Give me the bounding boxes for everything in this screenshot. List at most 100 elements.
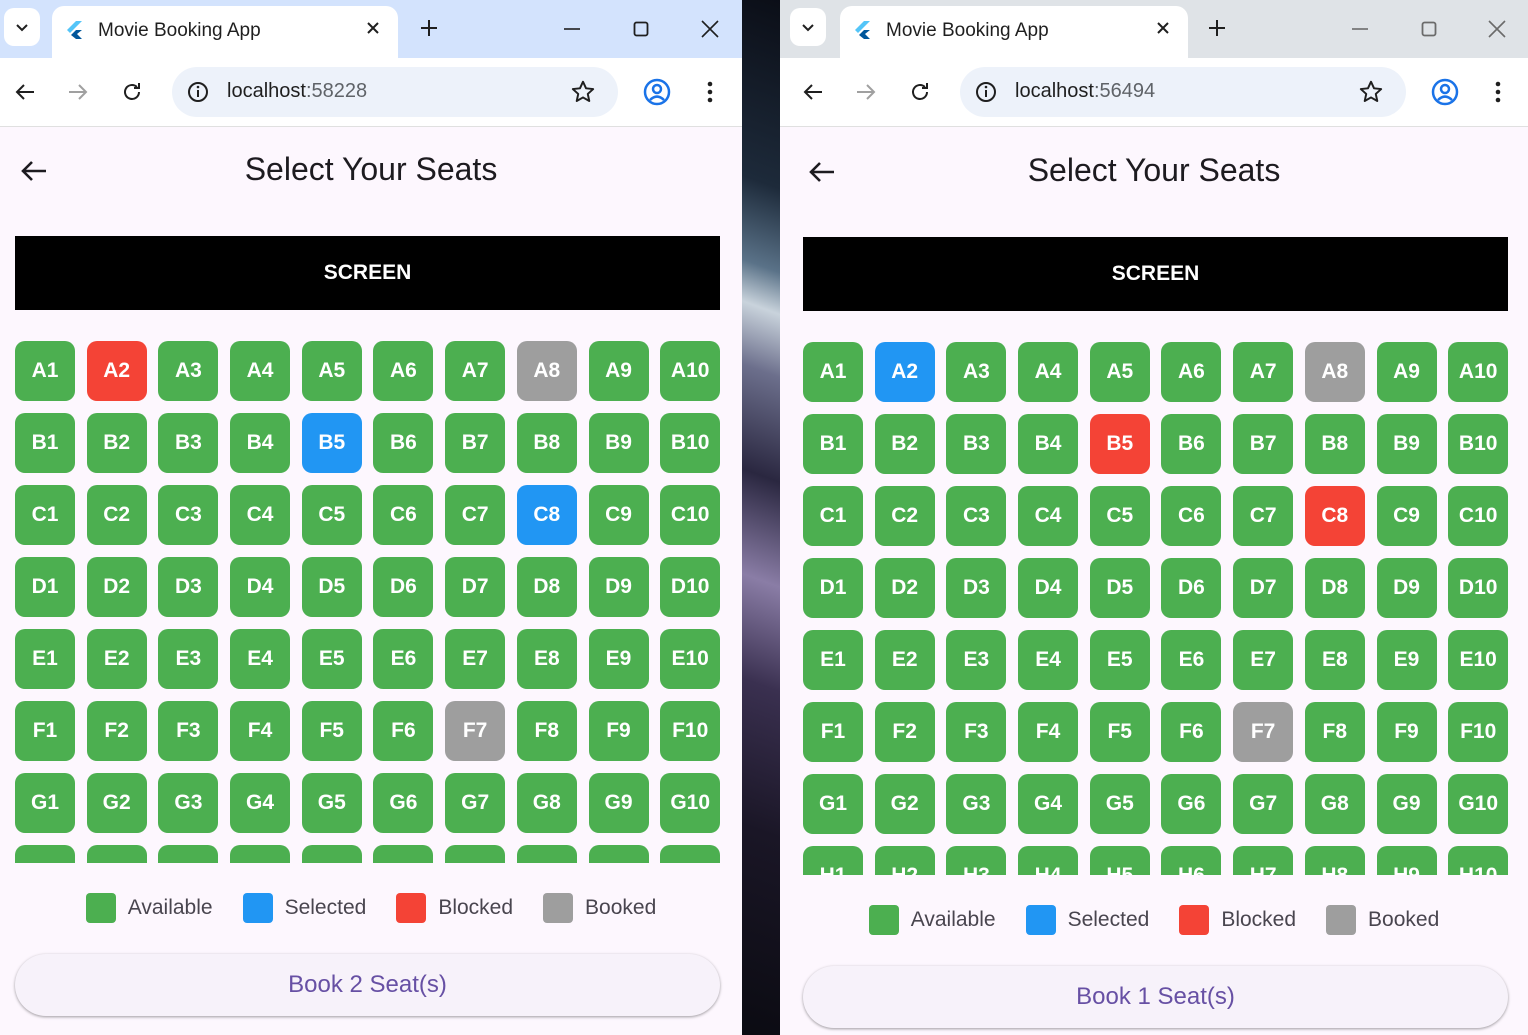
address-bar[interactable]: localhost:58228 (172, 67, 618, 117)
seat-button[interactable]: A4 (1018, 342, 1079, 402)
seat-button[interactable]: H1 (803, 846, 863, 875)
seat-button[interactable]: F4 (1018, 702, 1079, 762)
minimize-button[interactable] (558, 15, 586, 43)
seat-button[interactable]: A6 (373, 341, 434, 401)
tab-close-button[interactable] (1152, 17, 1174, 39)
seat-button[interactable]: D6 (1161, 558, 1222, 618)
seat-button[interactable]: B4 (1018, 414, 1079, 474)
seat-button[interactable]: H5 (1089, 846, 1150, 875)
seat-button[interactable]: E10 (1448, 630, 1508, 690)
seat-button[interactable]: F1 (803, 702, 863, 762)
seat-button[interactable]: D7 (445, 557, 506, 617)
seat-button[interactable]: G5 (1089, 774, 1150, 834)
star-icon[interactable] (570, 79, 596, 105)
forward-button[interactable] (64, 78, 92, 106)
seat-button[interactable]: G1 (803, 774, 863, 834)
reload-button[interactable] (906, 78, 934, 106)
close-window-button[interactable] (1483, 15, 1511, 43)
seat-button[interactable]: D9 (1376, 558, 1437, 618)
seat-button[interactable]: G4 (1018, 774, 1079, 834)
maximize-button[interactable] (627, 15, 655, 43)
reload-button[interactable] (118, 78, 146, 106)
seat-button[interactable]: E1 (803, 630, 863, 690)
seat-button[interactable]: C2 (86, 485, 147, 545)
seat-button[interactable]: B3 (158, 413, 219, 473)
seat-button[interactable]: C4 (1018, 486, 1079, 546)
seat-button[interactable]: H7 (1233, 846, 1294, 875)
seat-button[interactable]: E10 (660, 629, 720, 689)
seat-button[interactable]: E4 (230, 629, 291, 689)
seat-button[interactable]: E1 (15, 629, 75, 689)
seat-button[interactable]: C6 (373, 485, 434, 545)
seat-button[interactable] (86, 845, 147, 863)
tab-search-button[interactable] (790, 8, 826, 46)
seat-button[interactable]: B9 (588, 413, 649, 473)
seat-button[interactable]: G4 (230, 773, 291, 833)
seat-button[interactable]: F6 (373, 701, 434, 761)
seat-button[interactable]: G5 (301, 773, 362, 833)
seat-button[interactable]: F4 (230, 701, 291, 761)
seat-button[interactable]: G9 (588, 773, 649, 833)
seat-button[interactable]: D4 (230, 557, 291, 617)
seat-button[interactable]: E8 (1304, 630, 1365, 690)
seat-button[interactable]: C4 (230, 485, 291, 545)
seat-button[interactable]: D3 (946, 558, 1007, 618)
star-icon[interactable] (1358, 79, 1384, 105)
back-button[interactable] (799, 78, 827, 106)
seat-button[interactable]: C1 (803, 486, 863, 546)
seat-button[interactable]: B2 (86, 413, 147, 473)
back-button[interactable] (11, 78, 39, 106)
seat-button[interactable]: C6 (1161, 486, 1222, 546)
seat-button[interactable] (373, 845, 434, 863)
seat-button[interactable]: D5 (1089, 558, 1150, 618)
browser-menu-button[interactable] (700, 77, 720, 107)
seat-button[interactable]: D8 (1304, 558, 1365, 618)
seat-button[interactable]: D6 (373, 557, 434, 617)
seat-button[interactable]: B10 (660, 413, 720, 473)
seat-button[interactable]: H6 (1161, 846, 1222, 875)
seat-button[interactable] (230, 845, 291, 863)
seat-button[interactable]: C9 (588, 485, 649, 545)
seat-button[interactable]: B7 (1233, 414, 1294, 474)
seat-button[interactable]: D10 (660, 557, 720, 617)
book-seats-button[interactable]: Book 1 Seat(s) (803, 966, 1508, 1028)
seat-button[interactable]: F6 (1161, 702, 1222, 762)
seat-button[interactable]: G6 (373, 773, 434, 833)
seat-button[interactable]: A3 (158, 341, 219, 401)
info-icon[interactable] (974, 80, 998, 104)
seat-button[interactable]: E3 (158, 629, 219, 689)
seat-button[interactable]: A3 (946, 342, 1007, 402)
seat-button[interactable]: H10 (1448, 846, 1508, 875)
seat-button[interactable]: D10 (1448, 558, 1508, 618)
seat-button[interactable]: B5 (1089, 414, 1150, 474)
seat-button[interactable]: D2 (874, 558, 935, 618)
browser-tab[interactable]: Movie Booking App (52, 6, 398, 58)
seat-button[interactable]: D9 (588, 557, 649, 617)
seat-button[interactable]: B6 (373, 413, 434, 473)
seat-button[interactable]: E4 (1018, 630, 1079, 690)
seat-button[interactable]: G10 (1448, 774, 1508, 834)
seat-button[interactable]: G9 (1376, 774, 1437, 834)
seat-button[interactable]: A2 (86, 341, 147, 401)
seat-button[interactable]: C7 (1233, 486, 1294, 546)
seat-button[interactable]: E7 (1233, 630, 1294, 690)
maximize-button[interactable] (1415, 15, 1443, 43)
seat-button[interactable]: B10 (1448, 414, 1508, 474)
seat-button[interactable]: F7 (445, 701, 506, 761)
seat-button[interactable]: G3 (946, 774, 1007, 834)
seat-button[interactable] (660, 845, 720, 863)
seat-button[interactable]: H9 (1376, 846, 1437, 875)
seat-button[interactable]: E9 (588, 629, 649, 689)
seat-button[interactable]: F10 (1448, 702, 1508, 762)
seat-button[interactable]: G8 (516, 773, 577, 833)
profile-icon[interactable] (642, 77, 672, 107)
seat-button[interactable]: G3 (158, 773, 219, 833)
seat-button[interactable]: D1 (803, 558, 863, 618)
seat-button[interactable]: D4 (1018, 558, 1079, 618)
seat-button[interactable]: A10 (1448, 342, 1508, 402)
close-window-button[interactable] (696, 15, 724, 43)
seat-button[interactable]: C10 (660, 485, 720, 545)
profile-icon[interactable] (1430, 77, 1460, 107)
seat-button[interactable]: G2 (874, 774, 935, 834)
seat-button[interactable]: F5 (1089, 702, 1150, 762)
